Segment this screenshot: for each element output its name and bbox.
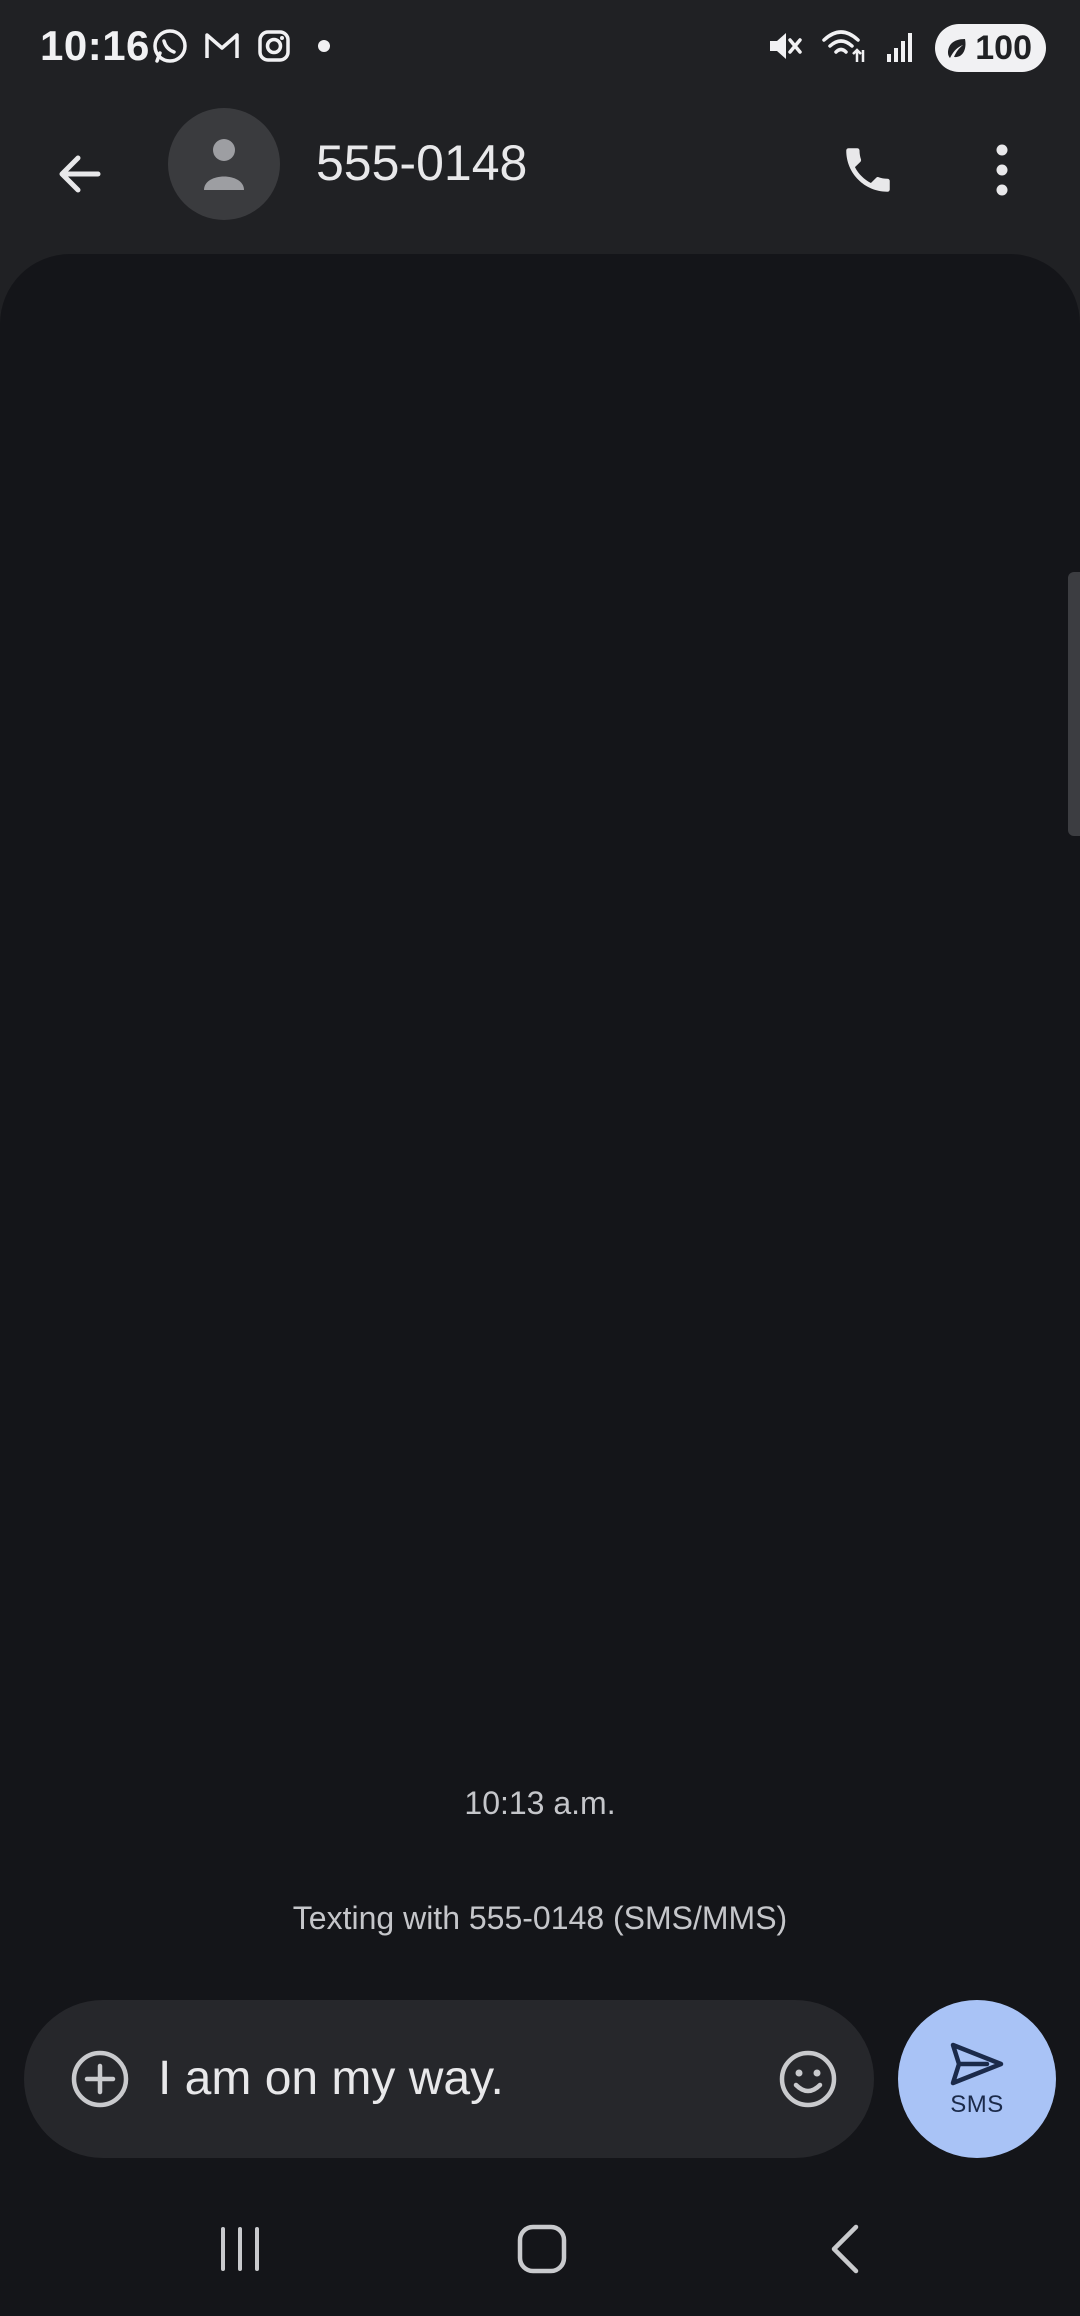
message-timestamp: 10:13 a.m.	[464, 1785, 616, 1821]
phone-icon	[846, 148, 890, 192]
recent-apps-icon	[221, 2227, 259, 2271]
more-vertical-icon	[996, 144, 1008, 196]
add-circle-icon	[71, 2050, 129, 2108]
send-label: SMS	[950, 2091, 1004, 2118]
navigation-bar	[0, 2174, 1080, 2316]
person-icon	[204, 139, 244, 190]
system-icons: 100	[765, 24, 1046, 72]
recent-apps-button[interactable]	[190, 2204, 290, 2294]
compose-box[interactable]: I am on my way.	[24, 2000, 874, 2158]
texting-info: Texting with 555-0148 (SMS/MMS)	[292, 1900, 788, 1936]
emoji-button[interactable]	[768, 2039, 848, 2119]
app-bar: 555-0148	[0, 96, 1080, 256]
gmail-icon	[202, 26, 242, 66]
call-button[interactable]	[828, 130, 908, 210]
contact-name[interactable]: 555-0148	[316, 134, 527, 192]
notification-icons	[150, 26, 332, 66]
signal-icon	[885, 28, 917, 69]
send-button[interactable]: SMS	[898, 2000, 1056, 2158]
more-options-button[interactable]	[962, 130, 1042, 210]
instagram-icon	[254, 26, 294, 66]
status-bar: 10:16 100	[0, 0, 1080, 96]
arrow-left-icon	[59, 155, 101, 193]
mute-icon	[765, 27, 803, 70]
conversation-area[interactable]	[0, 254, 1080, 2174]
status-time: 10:16	[40, 22, 150, 69]
contact-avatar[interactable]	[168, 108, 280, 220]
scrollbar[interactable]	[1068, 572, 1080, 836]
battery-saver-icon	[948, 39, 966, 58]
battery-indicator: 100	[935, 24, 1046, 72]
back-button[interactable]	[40, 134, 120, 214]
add-attachment-button[interactable]	[60, 2039, 140, 2119]
back-nav-button[interactable]	[796, 2204, 896, 2294]
battery-level: 100	[975, 28, 1032, 67]
whatsapp-icon	[150, 26, 190, 66]
send-icon	[950, 2042, 1004, 2086]
message-input[interactable]: I am on my way.	[158, 2044, 758, 2114]
dot-icon	[316, 38, 332, 54]
emoji-icon	[779, 2050, 837, 2108]
home-icon	[517, 2224, 567, 2274]
back-icon	[831, 2224, 859, 2274]
home-button[interactable]	[492, 2204, 592, 2294]
wifi-icon	[821, 26, 867, 71]
